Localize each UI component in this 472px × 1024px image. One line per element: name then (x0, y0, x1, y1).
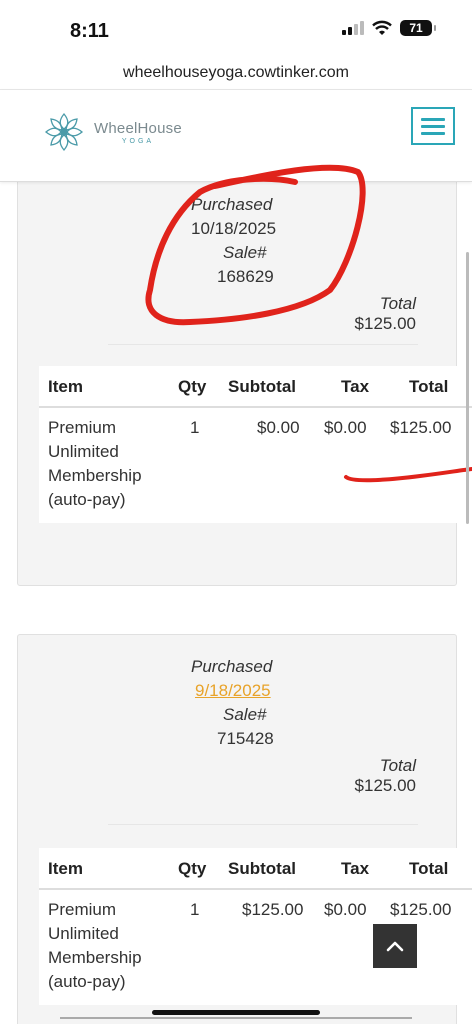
col-header-item: Item (48, 859, 83, 878)
item-qty: 1 (190, 900, 200, 919)
total-label: Total (379, 756, 416, 775)
col-header-qty: Qty (178, 377, 207, 396)
item-name: Premium Unlimited Membership (auto-pay) (48, 418, 142, 509)
site-header: WheelHouse YOGA (0, 90, 472, 182)
item-name: Premium Unlimited Membership (auto-pay) (48, 900, 142, 991)
col-header-item: Item (48, 377, 83, 396)
item-tax: $0.00 (324, 418, 367, 437)
purchased-date-link[interactable]: 9/18/2025 (195, 681, 271, 701)
horizontal-scrollbar (60, 1017, 412, 1019)
col-header-tax: Tax (341, 859, 370, 878)
sale-total: $125.00 (354, 314, 416, 333)
sale-total-block: Total $125.00 (355, 756, 416, 796)
status-bar: 8:11 71 (0, 0, 472, 56)
item-qty: 1 (190, 418, 200, 437)
lotus-logo-icon (44, 112, 84, 152)
status-time: 8:11 (70, 20, 109, 42)
total-label: Total (379, 294, 416, 313)
home-indicator (152, 1010, 320, 1015)
sale-number-label: Sale# (223, 705, 267, 724)
status-icons: 71 (342, 20, 436, 36)
hamburger-menu-button[interactable] (411, 107, 455, 145)
site-logo[interactable]: WheelHouse YOGA (42, 110, 182, 154)
sale-number-label: Sale# (223, 243, 267, 262)
col-header-total: Total (409, 377, 449, 396)
item-subtotal: $0.00 (257, 418, 300, 437)
logo-name: WheelHouse (94, 119, 182, 137)
col-header-total: Total (409, 859, 449, 878)
table-header-row: Item Qty Subtotal Tax Total (39, 366, 472, 408)
sale-number: 168629 (217, 267, 274, 286)
url-bar[interactable]: wheelhouseyoga.cowtinker.com (0, 56, 472, 90)
purchased-label: Purchased (191, 195, 273, 214)
col-header-subtotal: Subtotal (228, 377, 296, 396)
divider (108, 824, 418, 825)
scroll-to-top-button[interactable] (373, 924, 417, 968)
col-header-tax: Tax (341, 377, 370, 396)
logo-text: WheelHouse YOGA (94, 120, 182, 145)
item-subtotal: $125.00 (242, 900, 304, 919)
item-total: $125.00 (390, 900, 452, 919)
menu-bar-icon (421, 131, 445, 135)
wifi-icon (372, 20, 392, 35)
sale-total-block: Total $125.00 (355, 294, 416, 334)
cellular-signal-icon (342, 21, 364, 35)
chevron-up-icon (386, 941, 404, 952)
sale-number: 715428 (217, 729, 274, 748)
page-scrollbar[interactable] (466, 252, 469, 524)
menu-bar-icon (421, 117, 445, 121)
item-total: $125.00 (390, 418, 452, 437)
item-tax: $0.00 (324, 900, 367, 919)
col-header-qty: Qty (178, 859, 207, 878)
purchased-label: Purchased (191, 657, 273, 676)
battery-icon: 71 (400, 20, 436, 36)
logo-subtitle: YOGA (121, 137, 155, 145)
sales-history-content: Purchased 10/18/2025 Sale# 168629 Total … (0, 182, 472, 1024)
col-header-subtotal: Subtotal (228, 859, 296, 878)
table-header-row: Item Qty Subtotal Tax Total (39, 848, 472, 890)
sale-total: $125.00 (354, 776, 416, 795)
menu-bar-icon (421, 124, 445, 128)
sale-card: Purchased 10/18/2025 Sale# 168629 Total … (17, 182, 472, 586)
purchased-date: 10/18/2025 (191, 219, 277, 238)
items-table: Item Qty Subtotal Tax Total Premium Unli… (39, 366, 472, 523)
divider (108, 344, 418, 345)
